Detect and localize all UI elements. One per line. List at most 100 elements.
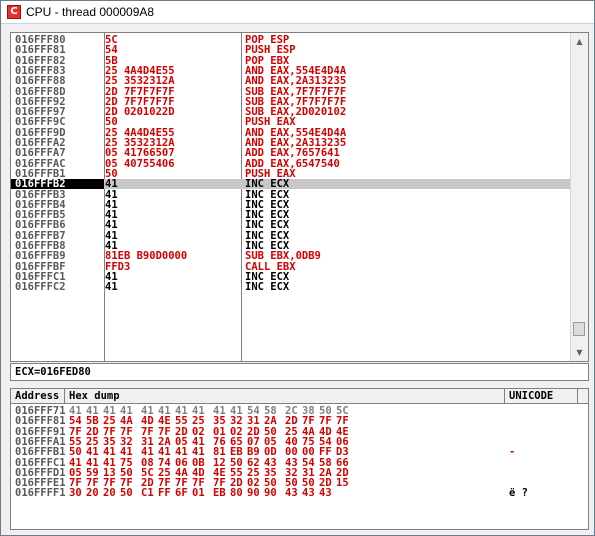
instruction-address: 016FFFA7 [15,147,66,160]
scroll-down-icon[interactable]: ▼ [571,344,588,361]
disasm-row[interactable]: 016FFFB7 41 INC ECX [11,230,570,241]
hex-dump-pane[interactable]: Address Hex dump UNICODE 016FFF71 41 41 41 4… [10,388,589,530]
dump-bytes: 30 20 20 50 C1 FF 6F 01 EB 80 90 90 43 43 43 [69,487,353,500]
dump-unicode: - [509,446,516,459]
disassembly-pane[interactable]: ▲ ▼ 016FFF80 5C POP ESP 016FFF81 54 PUSH ESP 0… [10,32,589,362]
instruction-bytes: 41 [105,178,118,191]
instruction-bytes: 41 [105,281,118,294]
cpu-app-icon: C [7,5,21,19]
dump-byte: 41 [103,456,116,469]
dump-byte: 25 [103,415,116,428]
instruction-text: SUB EBX,0DB9 [245,250,321,263]
dump-byte: 41 [141,446,154,459]
dump-bytes: 41 41 41 75 08 74 06 0B 12 50 62 43 43 54 58 66 [69,456,353,469]
instruction-address: 016FFF81 [15,44,66,57]
unicode-column-header[interactable]: UNICODE [509,390,553,402]
dump-row[interactable]: 016FFF81 54 5B 25 4A 4D 4E 55 25 35 32 31 2A 2D 7F 7F 7F [11,415,588,428]
disasm-row[interactable]: 016FFFA7 05 41766507 ADD EAX,7657641 [11,147,570,160]
disassembly-scrollbar[interactable]: ▲ ▼ [570,33,588,361]
dump-address: 016FFFC1 [15,456,66,469]
dump-byte: 32 [230,415,243,428]
header-separator [504,389,505,403]
title-bar[interactable]: C CPU - thread 000009A8 [1,1,594,24]
instruction-address: 016FFFC2 [15,281,66,294]
dump-byte: 50 [69,446,82,459]
dump-row[interactable]: 016FFFB1 50 41 41 41 41 41 41 41 81 EB B9 0D 00 00 FF D3… [11,446,588,459]
dump-byte: 4D [141,415,154,428]
instruction-text: PUSH EAX [245,116,296,129]
disasm-row[interactable]: 016FFFC2 41 INC ECX [11,281,570,294]
instruction-bytes: 05 41766507 [105,147,175,160]
instruction-address: 016FFF8D [15,85,66,98]
disasm-row[interactable]: 016FFFB4 41 INC ECX [11,200,570,211]
instruction-text: AND EAX,2A313235 [245,75,347,88]
dump-byte: B9 [247,446,260,459]
dump-byte: 90 [247,487,260,500]
disasm-row[interactable]: 016FFFBF FFD3 CALL EBX [11,261,570,272]
dump-byte: 41 [86,456,99,469]
dump-byte: 81 [213,446,226,459]
dump-row[interactable]: 016FFFF1 30 20 20 50 C1 FF 6F 01 EB 80 90 90 43 43 43 ë … [11,487,588,500]
address-column-header[interactable]: Address [15,390,59,402]
instruction-text: INC ECX [245,281,290,294]
disasm-row[interactable]: 016FFF8D 2D 7F7F7F7F SUB EAX,7F7F7F7F [11,85,570,98]
dump-byte: 0B [192,456,205,469]
disasm-row[interactable]: 016FFF88 25 3532312A AND EAX,2A313235 [11,75,570,88]
dump-byte: FF [319,446,332,459]
dump-bytes: 50 41 41 41 41 41 41 41 81 EB B9 0D 00 00 FF D3 [69,446,353,459]
dump-byte: 7F [336,415,349,428]
dump-address: 016FFFF1 [15,487,66,500]
window-title: CPU - thread 000009A8 [26,5,155,19]
dump-byte: 41 [69,456,82,469]
dump-byte: 7F [302,415,315,428]
disasm-row[interactable]: 016FFFB3 41 INC ECX [11,188,570,201]
dump-byte: 0D [264,446,277,459]
dump-byte: 50 [120,487,133,500]
dump-address: 016FFFB1 [15,446,66,459]
dump-byte: 43 [302,487,315,500]
dump-byte: 30 [69,487,82,500]
instruction-bytes: 50 [105,116,118,129]
dump-byte: EB [230,446,243,459]
dump-byte: 75 [120,456,133,469]
disasm-row[interactable]: 016FFFB9 81EB B90D0000 SUB EBX,0DB9 [11,250,570,263]
disasm-row[interactable]: 016FFFC1 41 INC ECX [11,272,570,283]
dump-byte: 7F [319,415,332,428]
dump-byte: 2D [285,415,298,428]
instruction-address: 016FFFB2 [11,179,104,189]
dump-byte: 41 [158,446,171,459]
dump-byte: 41 [86,446,99,459]
disasm-row[interactable]: 016FFFB2 41 INC ECX [11,179,570,189]
scroll-up-icon[interactable]: ▲ [571,33,588,50]
dump-byte: 41 [192,446,205,459]
instruction-text: SUB EAX,7F7F7F7F [245,85,347,98]
dump-byte: FF [158,487,171,500]
dump-byte: 4E [158,415,171,428]
instruction-address: 016FFF9C [15,116,66,129]
dump-byte: C1 [141,487,154,500]
dump-byte: 43 [264,456,277,469]
dump-byte: 43 [285,487,298,500]
disasm-row[interactable]: 016FFFB1 50 PUSH EAX [11,169,570,180]
instruction-bytes: 41 [105,188,118,201]
dump-byte: 25 [192,415,205,428]
header-separator [64,389,65,403]
dump-bytes: 54 5B 25 4A 4D 4E 55 25 35 32 31 2A 2D 7F 7F 7F [69,415,353,428]
disasm-row[interactable]: 016FFF81 54 PUSH ESP [11,44,570,57]
instruction-text: ADD EAX,7657641 [245,147,340,160]
instruction-bytes: 41 [105,219,118,232]
dump-byte: 54 [302,456,315,469]
dump-row[interactable]: 016FFFC1 41 41 41 75 08 74 06 0B 12 50 62 43 43 54 58 66 [11,456,588,469]
dump-byte: 20 [86,487,99,500]
disasm-row[interactable]: 016FFFB6 41 INC ECX [11,219,570,232]
header-separator [577,389,578,403]
cpu-window: C CPU - thread 000009A8 ▲ ▼ 016FFF80 5C PO… [0,0,595,536]
hex-dump-column-header[interactable]: Hex dump [69,390,120,402]
dump-byte: 35 [213,415,226,428]
disasm-row[interactable]: 016FFF9C 50 PUSH EAX [11,116,570,129]
instruction-text: INC ECX [245,188,290,201]
scroll-thumb[interactable] [573,322,585,336]
instruction-address: 016FFF88 [15,75,66,88]
disasm-row[interactable]: 016FFFB5 41 INC ECX [11,210,570,221]
dump-byte: 58 [319,456,332,469]
